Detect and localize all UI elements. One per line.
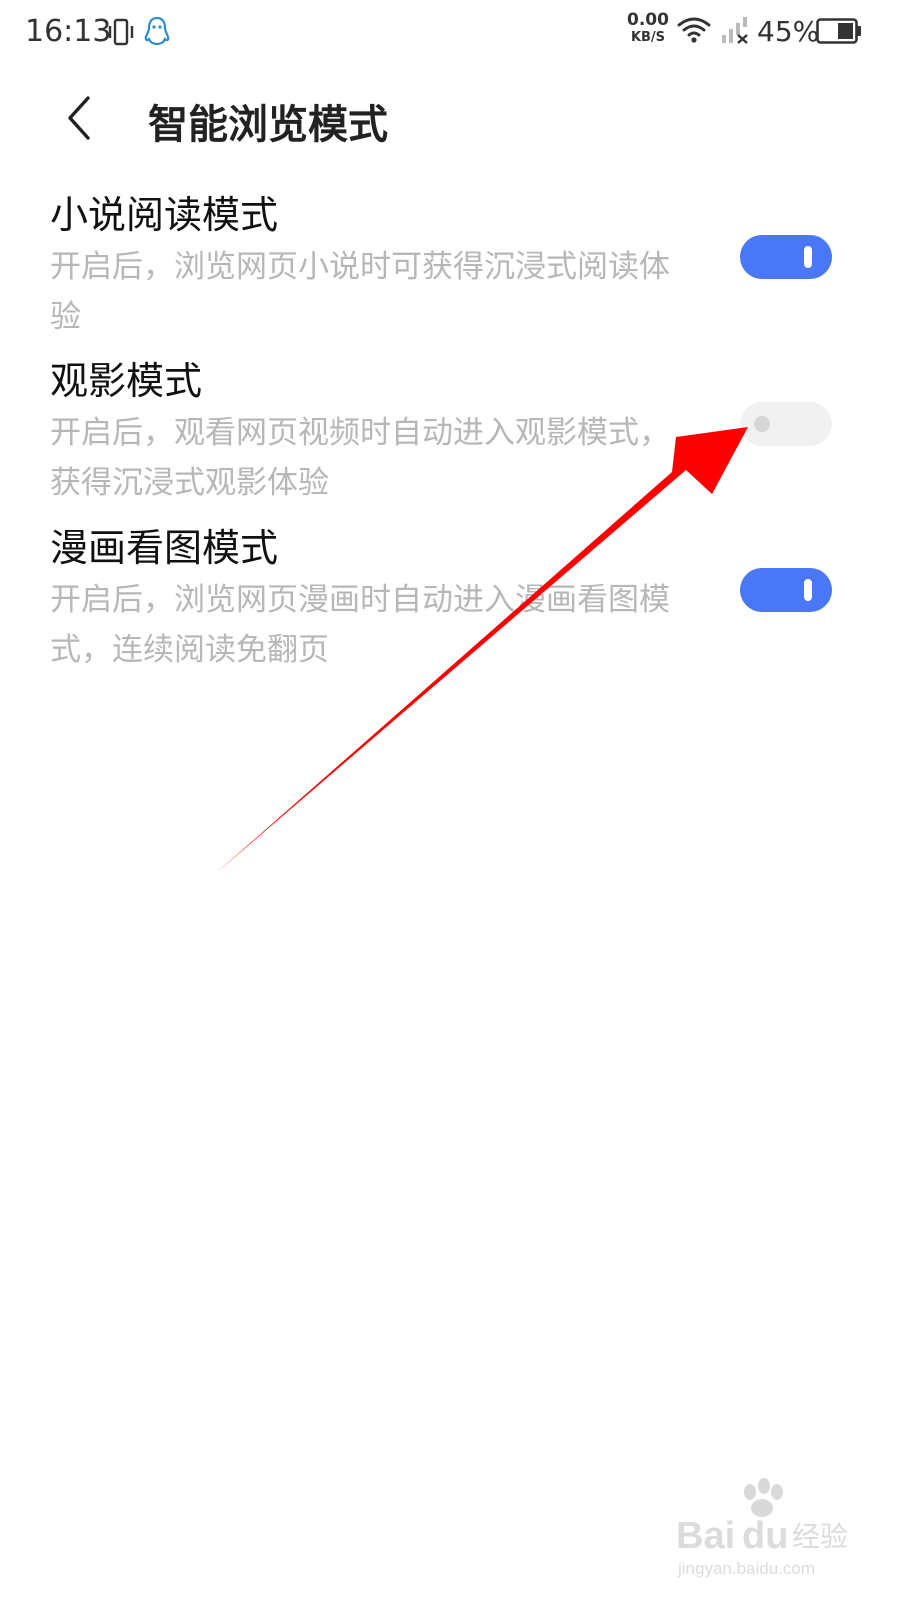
toggle-movie-mode[interactable]	[740, 402, 832, 446]
qq-icon	[144, 16, 170, 46]
svg-text:Bai: Bai	[676, 1515, 735, 1557]
setting-title: 小说阅读模式	[50, 193, 279, 237]
setting-title: 漫画看图模式	[50, 526, 279, 570]
toggle-knob	[804, 246, 812, 268]
setting-description: 开启后，浏览网页漫画时自动进入漫画看图模式，连续阅读免翻页	[50, 582, 670, 668]
toggle-knob	[804, 579, 812, 601]
chevron-left-icon[interactable]	[60, 92, 100, 144]
battery-percentage: 45%	[757, 15, 820, 48]
wifi-icon	[677, 17, 711, 43]
svg-text:经验: 经验	[792, 1520, 848, 1553]
network-speed: 0.00 KB/S	[626, 10, 670, 45]
network-speed-unit: KB/S	[630, 30, 666, 45]
setting-description: 开启后，浏览网页小说时可获得沉浸式阅读体验	[50, 249, 670, 335]
vibrate-icon	[108, 18, 134, 46]
baidu-jingyan-watermark: Bai du 经验 jingyan.baidu.com	[676, 1478, 848, 1578]
status-bar: 16:13 0.00 KB/S 45%	[0, 0, 900, 64]
setting-description: 开启后，观看网页视频时自动进入观影模式，获得沉浸式观影体验	[50, 415, 670, 501]
settings-screen: 16:13 0.00 KB/S 45% 智能浏览模式 小说阅读模式 开启后，浏览…	[0, 0, 900, 1600]
page-title: 智能浏览模式	[148, 102, 388, 148]
toggle-knob	[754, 416, 770, 432]
svg-text:du: du	[742, 1515, 788, 1557]
signal-icon	[722, 17, 748, 44]
toggle-novel-reading[interactable]	[740, 235, 832, 279]
svg-text:jingyan.baidu.com: jingyan.baidu.com	[677, 1559, 815, 1578]
status-time: 16:13	[25, 14, 112, 49]
battery-icon	[816, 18, 861, 44]
toggle-comic-mode[interactable]	[740, 568, 832, 612]
network-speed-value: 0.00	[627, 10, 669, 30]
setting-title: 观影模式	[50, 359, 203, 403]
